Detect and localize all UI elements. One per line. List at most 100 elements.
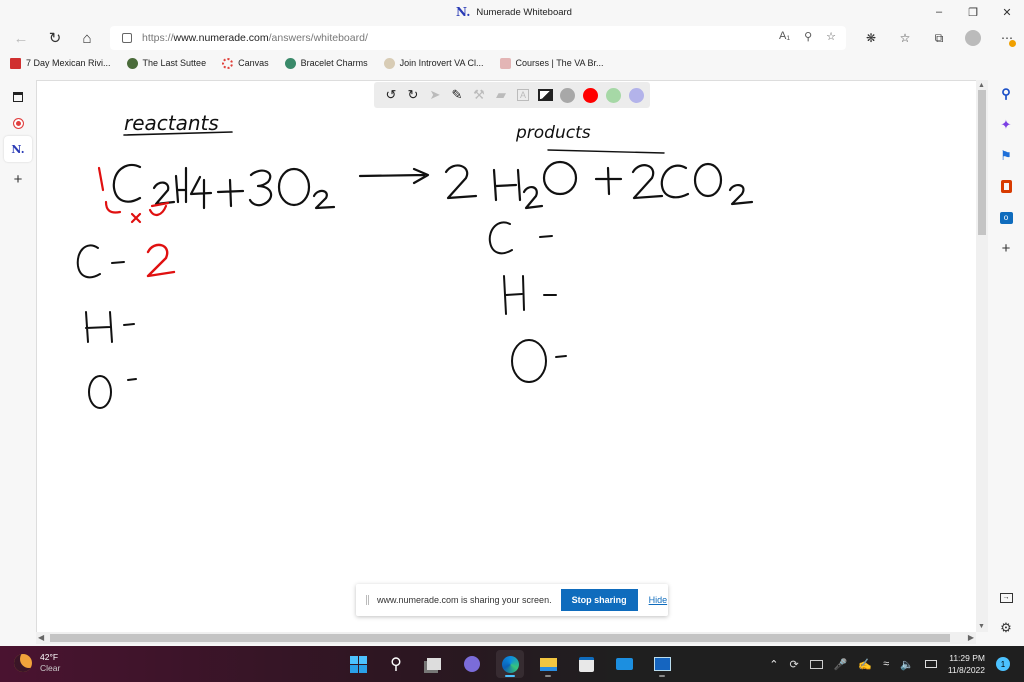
extensions-button[interactable]: ❋ [854, 25, 888, 51]
sidebar-shopping-button[interactable]: ⚑ [988, 140, 1024, 171]
whiteboard-app-button[interactable] [648, 650, 676, 678]
task-view-button[interactable] [420, 650, 448, 678]
refresh-button[interactable]: ↻ [40, 25, 70, 51]
close-button[interactable]: ✕ [990, 0, 1024, 24]
collections-button[interactable]: ⧉ [922, 25, 956, 51]
weather-widget[interactable]: 42°F Clear [14, 652, 60, 674]
count-O-dash [555, 355, 567, 358]
color-swatch-gray[interactable] [560, 87, 575, 103]
hide-link[interactable]: Hide [649, 595, 668, 605]
eraser-tool[interactable]: ▰ [492, 86, 510, 104]
more-button[interactable]: ⋯ [990, 25, 1024, 51]
read-aloud-icon[interactable]: A₁ [779, 30, 790, 43]
sidebar-hide-button[interactable]: → [988, 582, 1024, 613]
sidebar-settings-button[interactable]: ⚙ [988, 612, 1024, 643]
glyph-plus [216, 178, 245, 208]
glyph-2 [444, 164, 478, 200]
vertical-scroll-thumb[interactable] [978, 90, 986, 235]
image-tool[interactable] [536, 86, 554, 104]
bookmark-item[interactable]: Courses | The VA Br... [499, 57, 604, 69]
url-text[interactable]: https://www.numerade.com/answers/whitebo… [142, 32, 368, 44]
text-tool[interactable]: A [514, 86, 532, 104]
sidebar-copilot-button[interactable]: ✦ [988, 109, 1024, 140]
stop-sharing-button[interactable]: Stop sharing [560, 589, 638, 611]
start-button[interactable] [344, 650, 372, 678]
record-button[interactable] [0, 110, 36, 136]
battery-icon[interactable] [924, 660, 937, 668]
numerade-tab[interactable]: N. [4, 136, 32, 162]
color-swatch-red[interactable] [583, 87, 598, 103]
horizontal-scroll-thumb[interactable] [50, 634, 950, 642]
notification-badge[interactable]: 1 [996, 657, 1010, 671]
bookmark-item[interactable]: Canvas [222, 57, 269, 69]
vertical-scrollbar[interactable]: ▲ ▼ [976, 80, 988, 632]
count-O-letter [511, 339, 547, 383]
title-bar: N. Numerade Whiteboard – ❐ ✕ [0, 0, 1024, 24]
store-button[interactable] [572, 650, 600, 678]
sidebar-office-button[interactable] [988, 171, 1024, 202]
address-bar[interactable]: https://www.numerade.com/answers/whitebo… [110, 26, 846, 50]
glyph-H [174, 166, 188, 204]
color-swatch-green[interactable] [606, 87, 621, 103]
file-explorer-button[interactable] [534, 650, 562, 678]
clock[interactable]: 11:29 PM 11/8/2022 [948, 652, 985, 676]
sync-icon[interactable]: ⟳ [789, 658, 798, 671]
bookmark-item[interactable]: Bracelet Charms [284, 57, 368, 69]
glyph-2 [312, 189, 336, 210]
zoom-out-icon[interactable]: ⚲ [804, 30, 812, 43]
sidebar-search-button[interactable]: ⚲ [988, 78, 1024, 109]
bookmark-item[interactable]: The Last Suttee [126, 57, 206, 69]
profile-button[interactable] [956, 25, 990, 51]
redo-button[interactable]: ↻ [404, 86, 422, 104]
sidebar-add-button[interactable]: + [988, 233, 1024, 264]
add-favorite-icon[interactable]: ☆ [826, 30, 836, 43]
glyph-3 [248, 169, 273, 207]
favorites-button[interactable]: ☆ [888, 25, 922, 51]
reaction-arrow [358, 167, 430, 185]
bookmark-favicon-icon [383, 57, 395, 69]
pen-tool[interactable]: ✎ [448, 86, 466, 104]
scroll-up-icon[interactable]: ▲ [978, 82, 985, 89]
teams-chat-button[interactable] [458, 650, 486, 678]
horizontal-scrollbar[interactable]: ◀ ▶ [36, 632, 976, 644]
mail-button[interactable] [610, 650, 638, 678]
whiteboard-drawing[interactable]: reactants products [36, 80, 976, 632]
vertical-tabs-rail: N. + [0, 82, 36, 634]
scroll-left-icon[interactable]: ◀ [38, 633, 44, 642]
select-tool[interactable]: ➤ [426, 86, 444, 104]
scroll-right-icon[interactable]: ▶ [968, 633, 974, 642]
tab-actions-icon [13, 92, 23, 102]
sidebar-outlook-button[interactable]: o [988, 202, 1024, 233]
undo-button[interactable]: ↺ [382, 86, 400, 104]
update-badge [1009, 40, 1016, 47]
count-O-dash [127, 378, 137, 381]
minimize-button[interactable]: – [922, 0, 956, 24]
microphone-icon[interactable]: 🎤 [834, 658, 848, 671]
taskbar-search-button[interactable]: ⚲ [382, 650, 410, 678]
home-button[interactable]: ⌂ [72, 25, 102, 51]
drag-handle-icon[interactable] [366, 595, 369, 605]
edge-taskbar-button[interactable] [496, 650, 524, 678]
wifi-icon[interactable]: ≈ [883, 658, 889, 670]
color-swatch-purple[interactable] [629, 87, 644, 103]
keyboard-icon[interactable] [809, 659, 823, 669]
count-C-dash [539, 235, 553, 238]
bookmark-item[interactable]: 7 Day Mexican Rivi... [10, 57, 111, 69]
label-reactants-text: reactants [124, 111, 219, 135]
coefficient-1 [97, 166, 105, 192]
office-icon [1000, 180, 1012, 193]
numerade-tab-icon: N. [11, 142, 25, 156]
bookmarks-bar: 7 Day Mexican Rivi... The Last Suttee Ca… [0, 53, 1024, 73]
glyph-O [693, 162, 723, 198]
back-button[interactable]: ← [6, 25, 36, 51]
tools-button[interactable]: ⚒ [470, 86, 488, 104]
pen-menu-icon[interactable]: ✍ [858, 658, 872, 671]
weather-description: Clear [40, 663, 61, 673]
scroll-down-icon[interactable]: ▼ [978, 623, 985, 630]
tab-actions-button[interactable] [0, 84, 36, 110]
new-tab-button[interactable]: + [0, 166, 36, 192]
volume-icon[interactable]: 🔈 [900, 658, 914, 671]
bookmark-item[interactable]: Join Introvert VA Cl... [383, 57, 484, 69]
restore-button[interactable]: ❐ [956, 0, 990, 24]
show-hidden-icons-button[interactable]: ⌃ [769, 658, 778, 671]
